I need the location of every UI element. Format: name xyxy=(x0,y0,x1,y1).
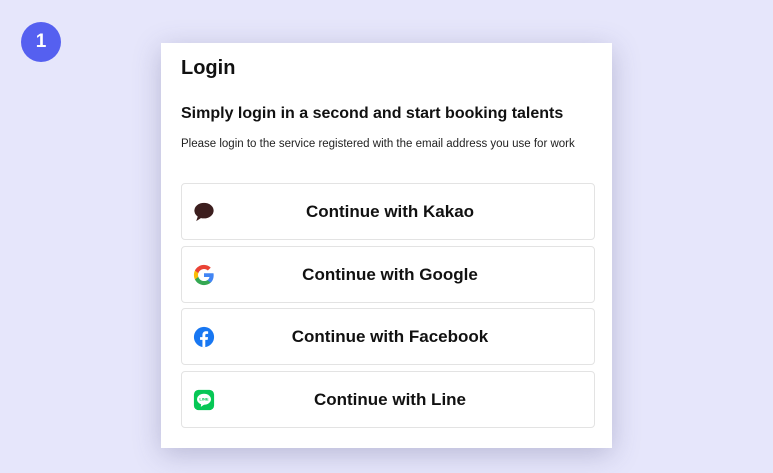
line-button-label: Continue with Line xyxy=(313,389,467,409)
login-subtitle: Simply login in a second and start booki… xyxy=(181,105,564,122)
continue-with-kakao-button[interactable]: Continue with Kakao xyxy=(181,183,595,240)
login-description: Please login to the service registered w… xyxy=(181,138,575,150)
kakao-button-label: Continue with Kakao xyxy=(305,201,475,221)
login-title: Login xyxy=(181,57,236,79)
facebook-button-label: Continue with Facebook xyxy=(291,326,489,346)
continue-with-facebook-button[interactable]: Continue with Facebook xyxy=(181,308,595,365)
step-number-badge: 1 xyxy=(21,22,61,62)
login-dialog: Login Simply login in a second and start… xyxy=(161,43,612,448)
continue-with-line-button[interactable]: LINE Continue with Line xyxy=(181,371,595,428)
step-number: 1 xyxy=(35,31,47,52)
continue-with-google-button[interactable]: Continue with Google xyxy=(181,246,595,303)
google-button-label: Continue with Google xyxy=(302,264,478,284)
